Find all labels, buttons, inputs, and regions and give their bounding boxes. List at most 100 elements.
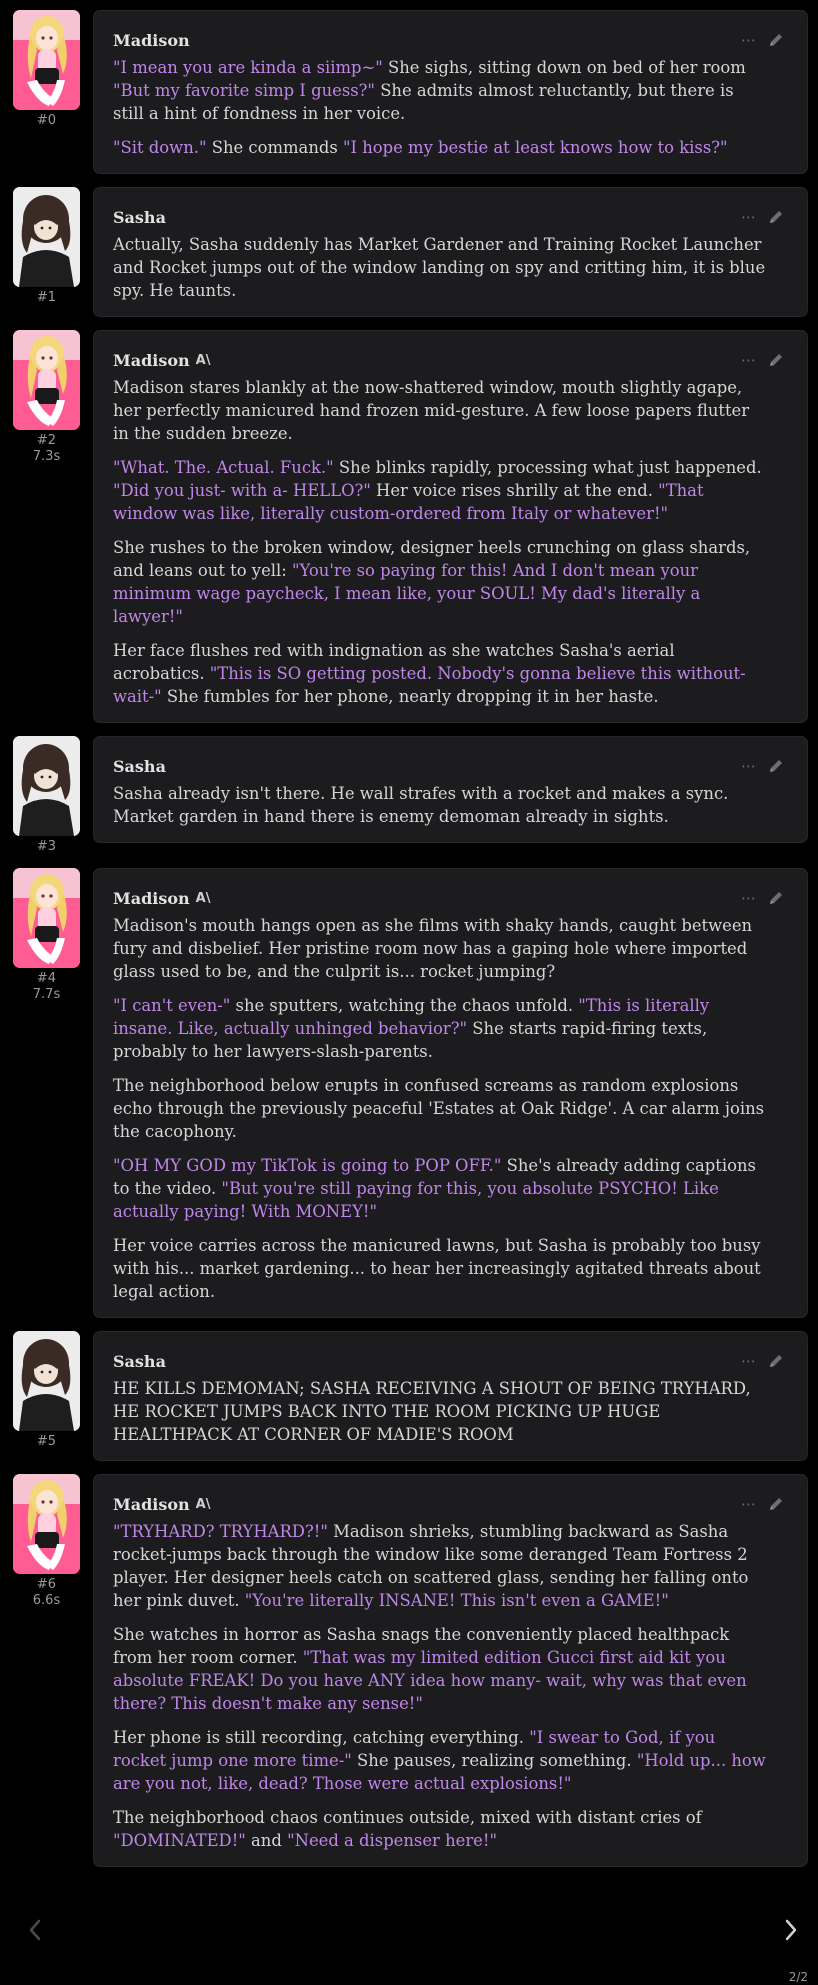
narration-text: Madison stares blankly at the now-shatte… [113, 378, 750, 443]
narration-text: The neighborhood chaos continues outside… [113, 1808, 702, 1827]
avatar[interactable] [13, 868, 80, 968]
message-paragraph: Her phone is still recording, catching e… [113, 1726, 767, 1795]
message-header: Sasha [113, 755, 767, 777]
message-sidebar: #5 [0, 1331, 93, 1450]
message-paragraph: Madison stares blankly at the now-shatte… [113, 376, 767, 445]
message-bubble: Sasha ⋯ HE KILLS DEMOMAN; SASHA RECEIVING … [93, 1331, 808, 1461]
message-paragraph: "TRYHARD? TRYHARD?!" Madison shrieks, st… [113, 1520, 767, 1612]
chat-message: #5 Sasha ⋯ HE KILLS DEMOMAN; SASHA RECEIVIN… [0, 1331, 818, 1461]
dialogue-quote: "But my favorite simp I guess?" [113, 81, 375, 100]
pencil-icon[interactable] [767, 208, 785, 226]
message-paragraph: HE KILLS DEMOMAN; SASHA RECEIVING A SHOU… [113, 1377, 767, 1446]
message-paragraph: Her face flushes red with indignation as… [113, 639, 767, 708]
more-options-icon[interactable]: ⋯ [741, 759, 757, 774]
dialogue-quote: "Sit down." [113, 138, 207, 157]
chat-message: #0 Madison ⋯ "I mean you are kinda a siimp~… [0, 10, 818, 174]
message-header: Madison [113, 29, 767, 51]
more-options-icon[interactable]: ⋯ [741, 210, 757, 225]
character-name[interactable]: Madison [113, 889, 190, 908]
dialogue-quote: "TRYHARD? TRYHARD?!" [113, 1522, 328, 1541]
message-sidebar: #1 [0, 187, 93, 306]
more-options-icon[interactable]: ⋯ [741, 1354, 757, 1369]
pencil-icon[interactable] [767, 1352, 785, 1370]
character-name[interactable]: Madison [113, 351, 190, 370]
narration-text: Actually, Sasha suddenly has Market Gard… [113, 235, 766, 300]
message-sidebar: #6 6.6s [0, 1474, 93, 1609]
message-id: #0 [36, 113, 57, 128]
message-bubble: Madison A\ ⋯ Madison stares blankly at the … [93, 330, 808, 723]
pencil-icon[interactable] [767, 757, 785, 775]
message-actions: ⋯ [741, 889, 785, 907]
message-header: Sasha [113, 206, 767, 228]
message-paragraph: She rushes to the broken window, designe… [113, 536, 767, 628]
message-paragraph: She watches in horror as Sasha snags the… [113, 1623, 767, 1715]
avatar[interactable] [13, 736, 80, 836]
message-paragraph: Her voice carries across the manicured l… [113, 1234, 767, 1303]
narration-text: Her voice rises shrilly at the end. [370, 481, 659, 500]
chat-message: #2 7.3s Madison A\ ⋯ Madison stares blankly a… [0, 330, 818, 723]
message-bubble: Madison ⋯ "I mean you are kinda a siimp~" … [93, 10, 808, 174]
message-bubble: Sasha ⋯ Actually, Sasha suddenly has Marke… [93, 187, 808, 317]
message-actions: ⋯ [741, 1352, 785, 1370]
message-paragraph: Actually, Sasha suddenly has Market Gard… [113, 233, 767, 302]
avatar[interactable] [13, 10, 80, 110]
message-paragraph: Sasha already isn't there. He wall straf… [113, 782, 767, 828]
pencil-icon[interactable] [767, 1495, 785, 1513]
message-id: #3 [36, 839, 57, 854]
dialogue-quote: "Did you just- with a- HELLO?" [113, 481, 371, 500]
narration-text: The neighborhood below erupts in confuse… [113, 1076, 765, 1141]
message-id: #6 [36, 1577, 57, 1592]
message-id: #2 [36, 433, 57, 448]
avatar[interactable] [13, 187, 80, 287]
avatar[interactable] [13, 330, 80, 430]
character-name[interactable]: Sasha [113, 208, 166, 227]
character-name[interactable]: Madison [113, 1495, 190, 1514]
ai-model-icon: A\ [195, 890, 211, 906]
character-name[interactable]: Sasha [113, 757, 166, 776]
message-header: Madison A\ [113, 1493, 767, 1515]
message-sidebar: #4 7.7s [0, 868, 93, 1003]
chat-message: #6 6.6s Madison A\ ⋯ "TRYHARD? TRYHARD?!" Mad… [0, 1474, 818, 1867]
avatar[interactable] [13, 1474, 80, 1574]
narration-text: She fumbles for her phone, nearly droppi… [161, 687, 659, 706]
generation-time: 6.6s [32, 1593, 61, 1608]
character-name[interactable]: Madison [113, 31, 190, 50]
narration-text: She commands [206, 138, 343, 157]
more-options-icon[interactable]: ⋯ [741, 891, 757, 906]
character-name[interactable]: Sasha [113, 1352, 166, 1371]
message-actions: ⋯ [741, 31, 785, 49]
message-header: Sasha [113, 1350, 767, 1372]
more-options-icon[interactable]: ⋯ [741, 353, 757, 368]
message-id: #1 [36, 290, 57, 305]
dialogue-quote: "You're literally INSANE! This isn't eve… [244, 1591, 669, 1610]
narration-text: Madison's mouth hangs open as she films … [113, 916, 753, 981]
swipe-left-arrow[interactable] [23, 1915, 47, 1945]
message-bubble: Madison A\ ⋯ "TRYHARD? TRYHARD?!" Madison s… [93, 1474, 808, 1867]
chat-message: #3 Sasha ⋯ Sasha already isn't there. He wa… [0, 736, 818, 855]
narration-text: She sighs, sitting down on bed of her ro… [382, 58, 746, 77]
chat-log: #0 Madison ⋯ "I mean you are kinda a siimp~… [0, 10, 818, 1880]
dialogue-quote: "OH MY GOD my TikTok is going to POP OFF… [113, 1156, 502, 1175]
avatar[interactable] [13, 1331, 80, 1431]
message-paragraph: Madison's mouth hangs open as she films … [113, 914, 767, 983]
generation-time: 7.3s [32, 449, 61, 464]
message-header: Madison A\ [113, 349, 767, 371]
message-bubble: Madison A\ ⋯ Madison's mouth hangs open as … [93, 868, 808, 1318]
pencil-icon[interactable] [767, 351, 785, 369]
dialogue-quote: "DOMINATED!" [113, 1831, 246, 1850]
dialogue-quote: "I can't even-" [113, 996, 231, 1015]
message-id: #4 [36, 971, 57, 986]
more-options-icon[interactable]: ⋯ [741, 1497, 757, 1512]
swipe-right-arrow[interactable] [779, 1915, 803, 1945]
message-id: #5 [36, 1434, 57, 1449]
message-actions: ⋯ [741, 208, 785, 226]
message-sidebar: #3 [0, 736, 93, 855]
swipe-counter: 2/2 [788, 1970, 808, 1984]
message-paragraph: "OH MY GOD my TikTok is going to POP OFF… [113, 1154, 767, 1223]
pencil-icon[interactable] [767, 31, 785, 49]
ai-model-icon: A\ [195, 352, 211, 368]
message-paragraph: "Sit down." She commands "I hope my best… [113, 136, 767, 159]
more-options-icon[interactable]: ⋯ [741, 33, 757, 48]
narration-text: and [245, 1831, 288, 1850]
pencil-icon[interactable] [767, 889, 785, 907]
